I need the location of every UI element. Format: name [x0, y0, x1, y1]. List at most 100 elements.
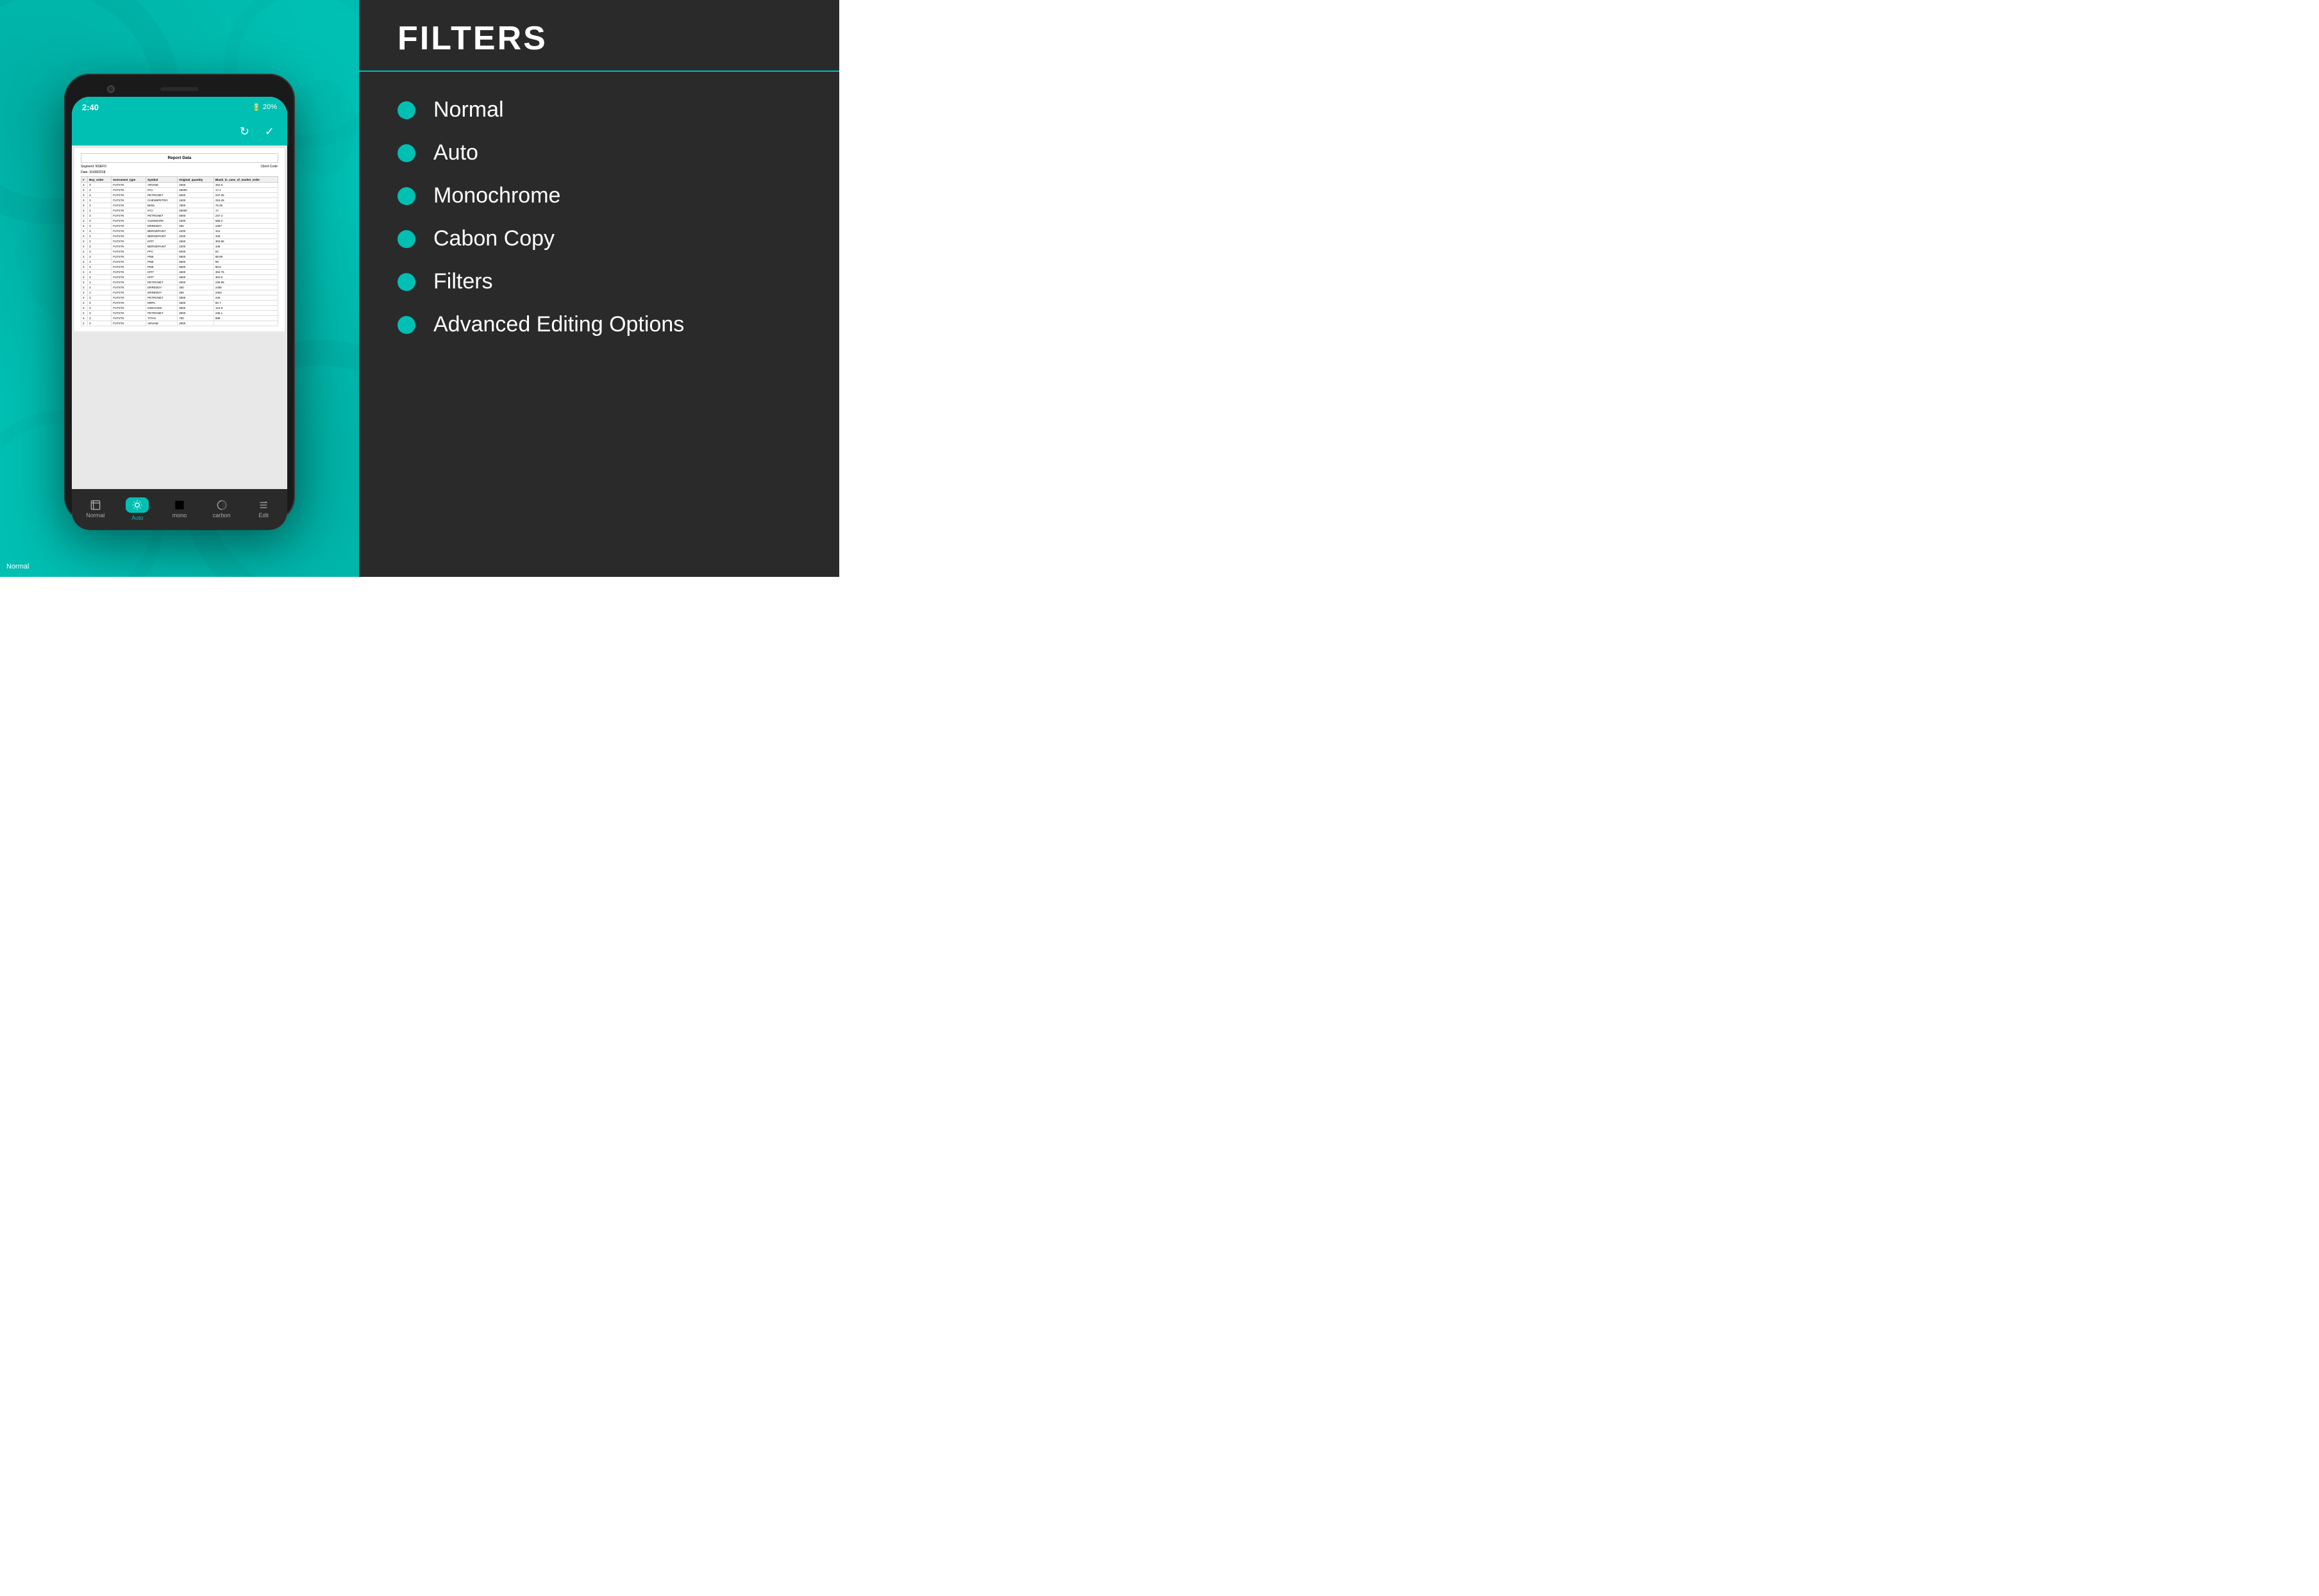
phone-speaker	[160, 87, 199, 91]
table-cell: 250	[178, 285, 214, 290]
table-cell: 3	[81, 265, 88, 270]
doc-table: # Buy_order Instrument_type Symbol Origi…	[81, 176, 278, 326]
table-row: 33FUTSTKDRREDDY2502455	[81, 285, 278, 290]
table-cell: 250	[178, 290, 214, 295]
nav-item-auto[interactable]: Auto	[122, 497, 153, 521]
table-cell: 3	[81, 203, 88, 208]
table-cell: 3	[88, 265, 112, 270]
table-cell: PFC	[146, 249, 178, 254]
table-cell: 568.2	[213, 219, 278, 224]
filter-item-cabon-copy: Cabon Copy	[398, 226, 801, 251]
table-cell: 3	[81, 270, 88, 275]
table-cell: FUTSTK	[112, 188, 146, 193]
table-cell: 3	[88, 270, 112, 275]
nav-item-normal[interactable]: Normal	[80, 500, 111, 519]
table-row: 33FUTSTKKPIT4500302.75	[81, 270, 278, 275]
col-blank: Blank_in_case_of_market_order	[213, 177, 278, 183]
table-cell: 3	[88, 219, 112, 224]
table-cell: 3	[81, 306, 88, 311]
table-cell: 2455	[213, 285, 278, 290]
check-icon[interactable]: ✓	[265, 125, 274, 138]
table-cell: 3	[88, 295, 112, 301]
table-cell: BERGEPAINT	[146, 234, 178, 239]
table-cell: FUTSTK	[112, 203, 146, 208]
table-cell: 3	[88, 321, 112, 326]
table-cell: 341	[213, 229, 278, 234]
table-cell: FUTSTK	[112, 306, 146, 311]
table-cell: 3	[88, 254, 112, 260]
nav-item-edit[interactable]: Edit	[248, 500, 279, 519]
doc-header: Report Data	[81, 153, 278, 163]
table-cell: 79.35	[213, 203, 278, 208]
auto-icon	[132, 500, 142, 510]
table-cell: 3000	[178, 311, 214, 316]
nav-item-carbon[interactable]: carbon	[206, 500, 237, 519]
col-buy: Buy_order	[88, 177, 112, 183]
nav-item-mono[interactable]: mono	[164, 500, 195, 519]
col-number: #	[81, 177, 88, 183]
filter-item-monochrome: Monochrome	[398, 183, 801, 208]
table-row: 33FUTSTKKPIT4500303.65	[81, 239, 278, 244]
table-cell: PNB	[146, 265, 178, 270]
table-cell: 88.8	[213, 265, 278, 270]
table-cell: 3	[81, 208, 88, 213]
table-cell: 3	[88, 306, 112, 311]
table-cell: FUTSTK	[112, 224, 146, 229]
table-cell: FUTSTK	[112, 321, 146, 326]
table-cell: 302.75	[213, 270, 278, 275]
doc-title: Report Data	[83, 156, 276, 160]
filter-item-filters: Filters	[398, 269, 801, 294]
table-cell: FUTSTK	[112, 249, 146, 254]
table-cell: 3	[81, 275, 88, 280]
status-battery: 🔋 20%	[252, 103, 277, 112]
table-cell: 5500	[178, 260, 214, 265]
table-cell: 345	[213, 244, 278, 249]
table-cell: KPIT	[146, 275, 178, 280]
app-toolbar: ↻ ✓	[72, 117, 287, 145]
document-paper: Report Data Segment: NSEFO Client Code: …	[74, 148, 285, 331]
table-cell: 80.7	[213, 301, 278, 306]
table-row: 33FUTSTKPFC600092	[81, 249, 278, 254]
table-cell: 303.65	[213, 239, 278, 244]
table-row: 33FUTSTKBHEL750079.35	[81, 203, 278, 208]
table-cell: 3	[88, 285, 112, 290]
table-cell: 124.9	[213, 306, 278, 311]
table-cell: 3	[88, 188, 112, 193]
table-cell: PETRONET	[146, 295, 178, 301]
table-cell: 3000	[178, 295, 214, 301]
status-bar: 2:40 🔋 20%	[72, 97, 287, 117]
table-cell: 4500	[178, 239, 214, 244]
table-row: 33FUTSTKPNB550088.8	[81, 265, 278, 270]
table-cell: 3	[81, 280, 88, 285]
filter-label: Advanced Editing Options	[433, 312, 684, 337]
table-cell: 6000	[178, 249, 214, 254]
col-qty: Original_quantity	[178, 177, 214, 183]
table-cell: FUTSTK	[112, 311, 146, 316]
table-cell: 3	[88, 203, 112, 208]
table-cell: 3	[81, 239, 88, 244]
table-cell: 25000	[178, 188, 214, 193]
table-cell: 3	[88, 208, 112, 213]
table-cell: 4500	[178, 301, 214, 306]
table-cell: 3	[81, 311, 88, 316]
table-cell: 3	[88, 239, 112, 244]
nav-icon-wrap-mono	[174, 500, 185, 510]
nav-label-carbon: carbon	[213, 512, 231, 519]
table-cell: 3	[81, 295, 88, 301]
table-cell: 3000	[178, 321, 214, 326]
table-cell: 4500	[178, 270, 214, 275]
table-cell: FUTSTK	[112, 270, 146, 275]
table-cell: PETRONET	[146, 213, 178, 219]
table-cell: 3	[88, 213, 112, 219]
table-cell: 750	[178, 316, 214, 321]
refresh-icon[interactable]: ↻	[240, 125, 249, 138]
mono-icon	[174, 500, 185, 510]
nav-label-mono: mono	[172, 512, 187, 519]
filter-dot	[398, 101, 415, 119]
right-panel: FILTERS NormalAutoMonochromeCabon CopyFi…	[359, 0, 839, 577]
table-cell: 6000	[178, 193, 214, 198]
filter-item-normal: Normal	[398, 97, 801, 122]
table-cell: 3	[81, 285, 88, 290]
table-cell: 237.4	[213, 213, 278, 219]
table-cell: CHENNPETRO	[146, 198, 178, 203]
